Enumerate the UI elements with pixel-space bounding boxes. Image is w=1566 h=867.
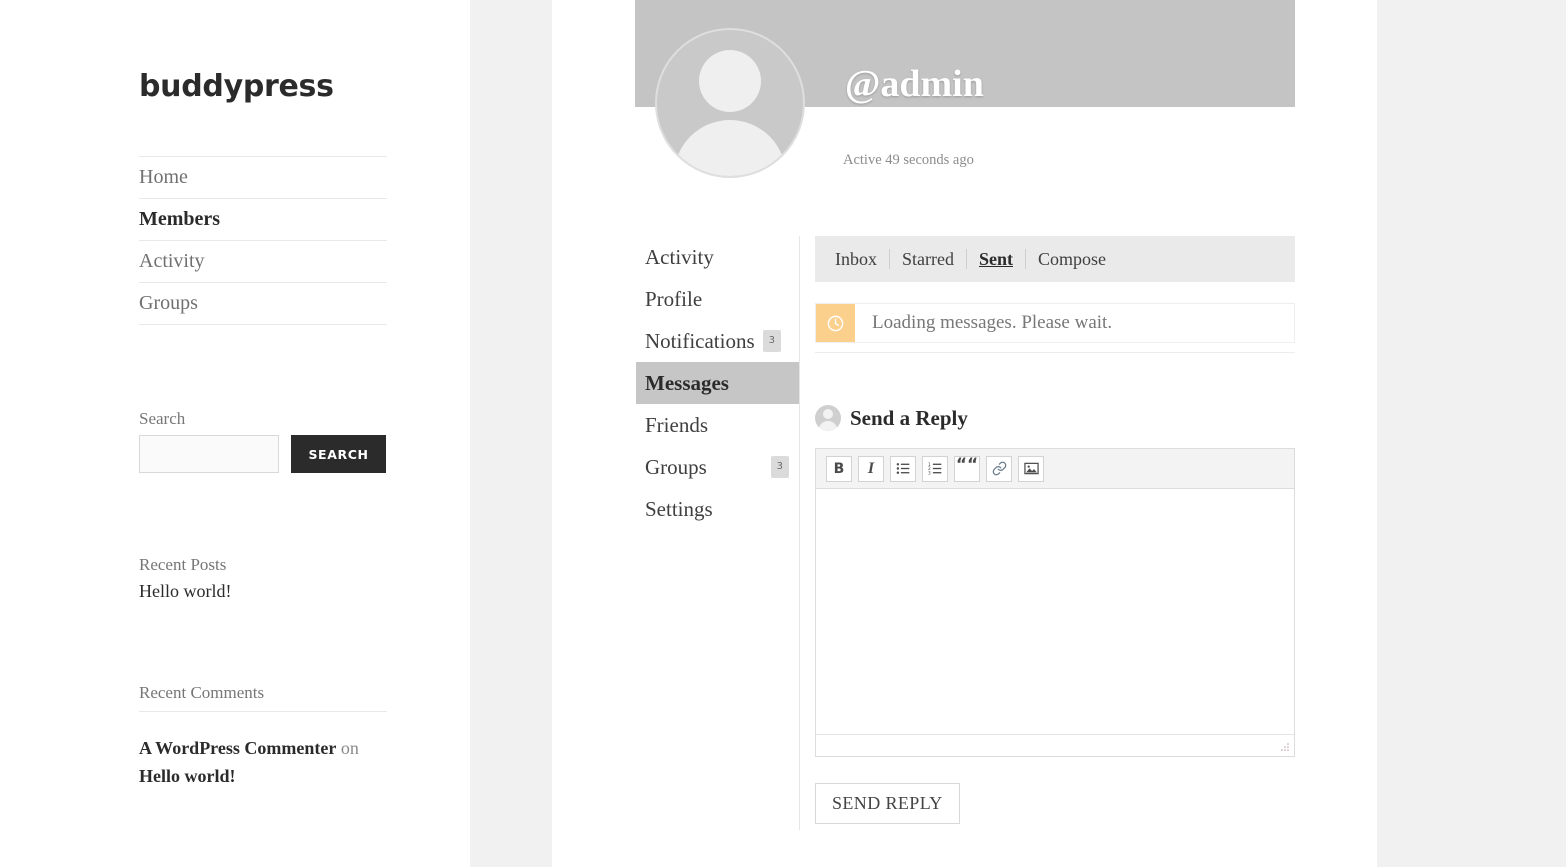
loading-notice-text: Loading messages. Please wait. (872, 312, 1113, 333)
page-title: @admin (845, 63, 984, 105)
nav-item-activity[interactable]: Activity (139, 241, 387, 283)
search-widget: Search SEARCH (139, 409, 387, 473)
messages-subnav: Inbox Starred Sent Compose (815, 236, 1295, 282)
nav-item-home[interactable]: Home (139, 157, 387, 199)
recent-comments-title: Recent Comments (139, 683, 387, 712)
tab-starred[interactable]: Starred (890, 249, 966, 269)
clock-icon (816, 304, 855, 342)
main-navigation: Home Members Activity Groups (139, 156, 387, 325)
search-button[interactable]: SEARCH (291, 435, 386, 473)
resize-grip-icon[interactable] (1279, 742, 1290, 753)
recent-comments-widget: Recent Comments A WordPress Commenter on… (139, 683, 387, 790)
reply-form: Send a Reply B I 1 2 3 ““ SEND REPLY (815, 405, 1295, 824)
page-root: buddypress Home Members Activity Groups … (0, 0, 1566, 867)
comment-author-link[interactable]: A WordPress Commenter (139, 738, 336, 758)
default-user-avatar (815, 405, 841, 431)
bold-icon[interactable]: B (826, 455, 852, 482)
profile-nav-label: Groups (645, 454, 707, 479)
profile-nav-label: Notifications (645, 328, 755, 353)
svg-text:3: 3 (928, 471, 931, 477)
site-title: buddypress (139, 69, 334, 104)
reply-textarea[interactable] (816, 489, 1294, 734)
notifications-count-badge: 3 (762, 330, 782, 352)
profile-nav-item-settings[interactable]: Settings (636, 488, 799, 530)
groups-count-badge: 3 (770, 456, 789, 478)
comment-post-link[interactable]: Hello world! (139, 762, 387, 790)
search-label: Search (139, 409, 186, 428)
send-reply-button[interactable]: SEND REPLY (815, 783, 960, 824)
default-user-avatar (655, 28, 805, 178)
link-icon[interactable] (986, 455, 1012, 482)
image-icon[interactable] (1018, 455, 1044, 482)
profile-nav-item-activity[interactable]: Activity (636, 236, 799, 278)
profile-nav-item-messages[interactable]: Messages (636, 362, 799, 404)
recent-post-link[interactable]: Hello world! (139, 579, 387, 603)
nav-item-members[interactable]: Members (139, 199, 387, 241)
italic-icon[interactable]: I (858, 455, 884, 482)
recent-comment-item: A WordPress Commenter on Hello world! (139, 734, 387, 790)
profile-nav-item-notifications[interactable]: Notifications 3 (636, 320, 799, 362)
reply-heading: Send a Reply (815, 405, 1295, 431)
profile-nav-label: Activity (645, 244, 714, 269)
avatar-head-shape (699, 50, 761, 112)
recent-posts-title: Recent Posts (139, 555, 227, 574)
profile-nav-item-groups[interactable]: Groups 3 (636, 446, 799, 488)
ordered-list-icon[interactable]: 1 2 3 (922, 455, 948, 482)
last-active-text: Active 49 seconds ago (843, 152, 974, 168)
comment-connector-word: on (340, 738, 359, 758)
reply-form-title: Send a Reply (850, 406, 968, 430)
messages-panel: Inbox Starred Sent Compose Loading messa… (815, 236, 1295, 824)
tab-inbox[interactable]: Inbox (823, 249, 889, 269)
nav-item-groups[interactable]: Groups (139, 283, 387, 325)
profile-nav-item-friends[interactable]: Friends (636, 404, 799, 446)
avatar-body-shape (818, 421, 838, 431)
reply-editor: B I 1 2 3 ““ (815, 448, 1295, 757)
profile-navigation: Activity Profile Notifications 3 Message… (636, 236, 800, 830)
recent-posts-widget: Recent Posts Hello world! (139, 555, 387, 603)
tab-compose[interactable]: Compose (1026, 249, 1118, 269)
avatar-body-shape (674, 120, 786, 176)
notice-divider (815, 352, 1295, 353)
blockquote-icon[interactable]: ““ (954, 455, 980, 482)
profile-nav-label: Friends (645, 412, 708, 437)
editor-toolbar: B I 1 2 3 ““ (816, 449, 1294, 489)
avatar-head-shape (823, 409, 833, 419)
loading-notice: Loading messages. Please wait. (815, 303, 1295, 343)
layout-gutter (470, 0, 552, 867)
tab-sent[interactable]: Sent (967, 249, 1025, 269)
editor-footer (816, 734, 1294, 756)
unordered-list-icon[interactable] (890, 455, 916, 482)
search-input[interactable] (139, 435, 279, 473)
profile-nav-item-profile[interactable]: Profile (636, 278, 799, 320)
sidebar: buddypress Home Members Activity Groups … (139, 0, 387, 790)
profile-nav-label: Messages (645, 370, 729, 395)
search-row: SEARCH (139, 435, 387, 473)
profile-nav-label: Profile (645, 286, 703, 311)
profile-nav-label: Settings (645, 496, 713, 521)
